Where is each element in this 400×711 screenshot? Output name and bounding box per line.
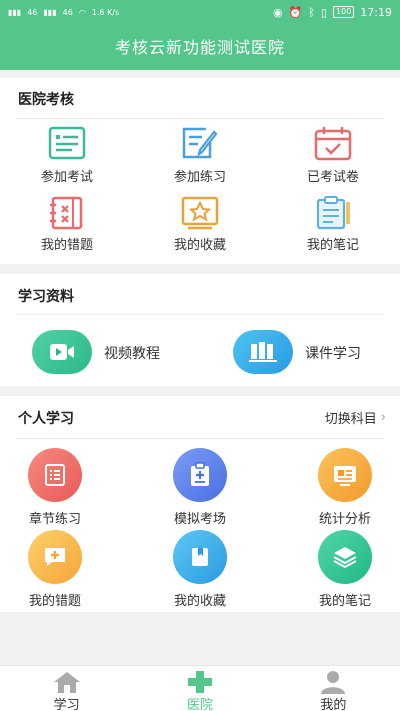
status-bar: ▮▮▮ 46 ▮▮▮ 46 ◠ 1.6 K/s ◉ ⏰ ᛒ ▯ 100 17:1… (0, 0, 400, 24)
divider (16, 438, 384, 439)
practice-edit-icon (182, 127, 218, 159)
tab-label: 学习 (53, 698, 80, 711)
chat-plus-icon (28, 530, 82, 584)
video-tutorial-label: 视频教程 (104, 346, 160, 362)
exam-list-icon (48, 126, 86, 160)
grid-item-mock-exam[interactable]: 模拟考场 (150, 448, 250, 527)
courseware-label: 课件学习 (305, 346, 361, 362)
grid-item-wrong-questions[interactable]: 我的错题 (17, 196, 117, 253)
bottom-tab-bar: 学习 医院 我的 (0, 665, 400, 711)
network-type-1: 46 (27, 7, 38, 17)
cross-icon (187, 671, 212, 693)
video-icon (32, 330, 92, 374)
grid-item-label: 参加考试 (40, 170, 93, 185)
grid-item-statistics[interactable]: 统计分析 (295, 448, 395, 527)
eye-icon: ◉ (273, 5, 283, 19)
grid-item-label: 我的收藏 (173, 238, 226, 253)
tab-hospital[interactable]: 医院 (133, 666, 266, 711)
study-materials-title: 学习资料 (18, 289, 74, 305)
tab-label: 医院 (186, 698, 213, 711)
grid-item-label: 我的收藏 (173, 594, 226, 609)
bluetooth-icon: ᛒ (308, 5, 315, 19)
stats-card-icon (318, 448, 372, 502)
battery-indicator: 100 (333, 6, 355, 18)
network-type-2: 46 (62, 7, 73, 17)
tab-study[interactable]: 学习 (0, 666, 133, 711)
vibrate-icon: ▯ (320, 5, 328, 19)
signal-icon: ▮▮▮ (43, 7, 57, 17)
switch-subject-button[interactable]: 切换科目 › (325, 408, 386, 427)
bookmark-icon (173, 530, 227, 584)
grid-item-label: 我的错题 (40, 238, 93, 253)
signal-icon: ▮▮▮ (8, 7, 22, 17)
personal-study-title: 个人学习 (18, 411, 74, 427)
hospital-exam-card: 医院考核 参加考试 参加练习 已考试卷 我的错题 我的收藏 我的笔记 (0, 78, 400, 264)
grid-item-label: 我的笔记 (306, 238, 359, 253)
divider (16, 118, 384, 119)
layers-icon (318, 530, 372, 584)
grid-item-chapter-practice[interactable]: 章节练习 (5, 448, 105, 527)
network-speed: 1.6 K/s (91, 7, 120, 17)
grid-item-favorites[interactable]: 我的收藏 (150, 196, 250, 253)
wifi-icon: ◠ (78, 7, 86, 17)
page-title: 考核云新功能测试医院 (114, 38, 285, 57)
chevron-right-icon: › (380, 410, 386, 425)
divider (16, 314, 384, 315)
clock: 17:19 (360, 5, 392, 19)
tab-label: 我的 (320, 698, 347, 711)
user-icon (321, 671, 346, 694)
chapter-list-icon (28, 448, 82, 502)
study-materials-card: 学习资料 视频教程 课件学习 (0, 274, 400, 386)
grid-item-my-wrong-questions[interactable]: 我的错题 (5, 530, 105, 609)
grid-item-label: 统计分析 (318, 512, 371, 527)
calendar-check-icon (314, 127, 352, 161)
grid-item-label: 模拟考场 (173, 512, 226, 527)
switch-subject-label: 切换科目 (324, 412, 377, 427)
grid-item-my-notes[interactable]: 我的笔记 (295, 530, 395, 609)
grid-item-join-exam[interactable]: 参加考试 (17, 126, 117, 185)
grid-item-label: 我的笔记 (318, 594, 371, 609)
books-icon (233, 330, 293, 374)
hospital-exam-title: 医院考核 (18, 92, 74, 108)
notebook-icon (316, 196, 350, 230)
app-header: ▮▮▮ 46 ▮▮▮ 46 ◠ 1.6 K/s ◉ ⏰ ᛒ ▯ 100 17:1… (0, 0, 400, 70)
grid-item-label: 参加练习 (173, 170, 226, 185)
grid-item-notes[interactable]: 我的笔记 (283, 196, 383, 253)
home-icon (53, 672, 80, 693)
clipboard-plus-icon (173, 448, 227, 502)
grid-item-label: 我的错题 (28, 594, 81, 609)
grid-item-label: 章节练习 (28, 512, 81, 527)
star-folder-icon (181, 196, 219, 230)
personal-study-card: 个人学习 切换科目 › 章节练习 模拟考场 统计分析 我的错题 我的收藏 我的笔… (0, 396, 400, 612)
grid-item-taken-exams[interactable]: 已考试卷 (283, 126, 383, 185)
grid-item-my-favorites[interactable]: 我的收藏 (150, 530, 250, 609)
grid-item-label: 已考试卷 (306, 170, 359, 185)
grid-item-join-practice[interactable]: 参加练习 (150, 126, 250, 185)
wrong-book-icon (50, 196, 83, 230)
tab-mine[interactable]: 我的 (267, 666, 400, 711)
alarm-icon: ⏰ (288, 5, 303, 19)
